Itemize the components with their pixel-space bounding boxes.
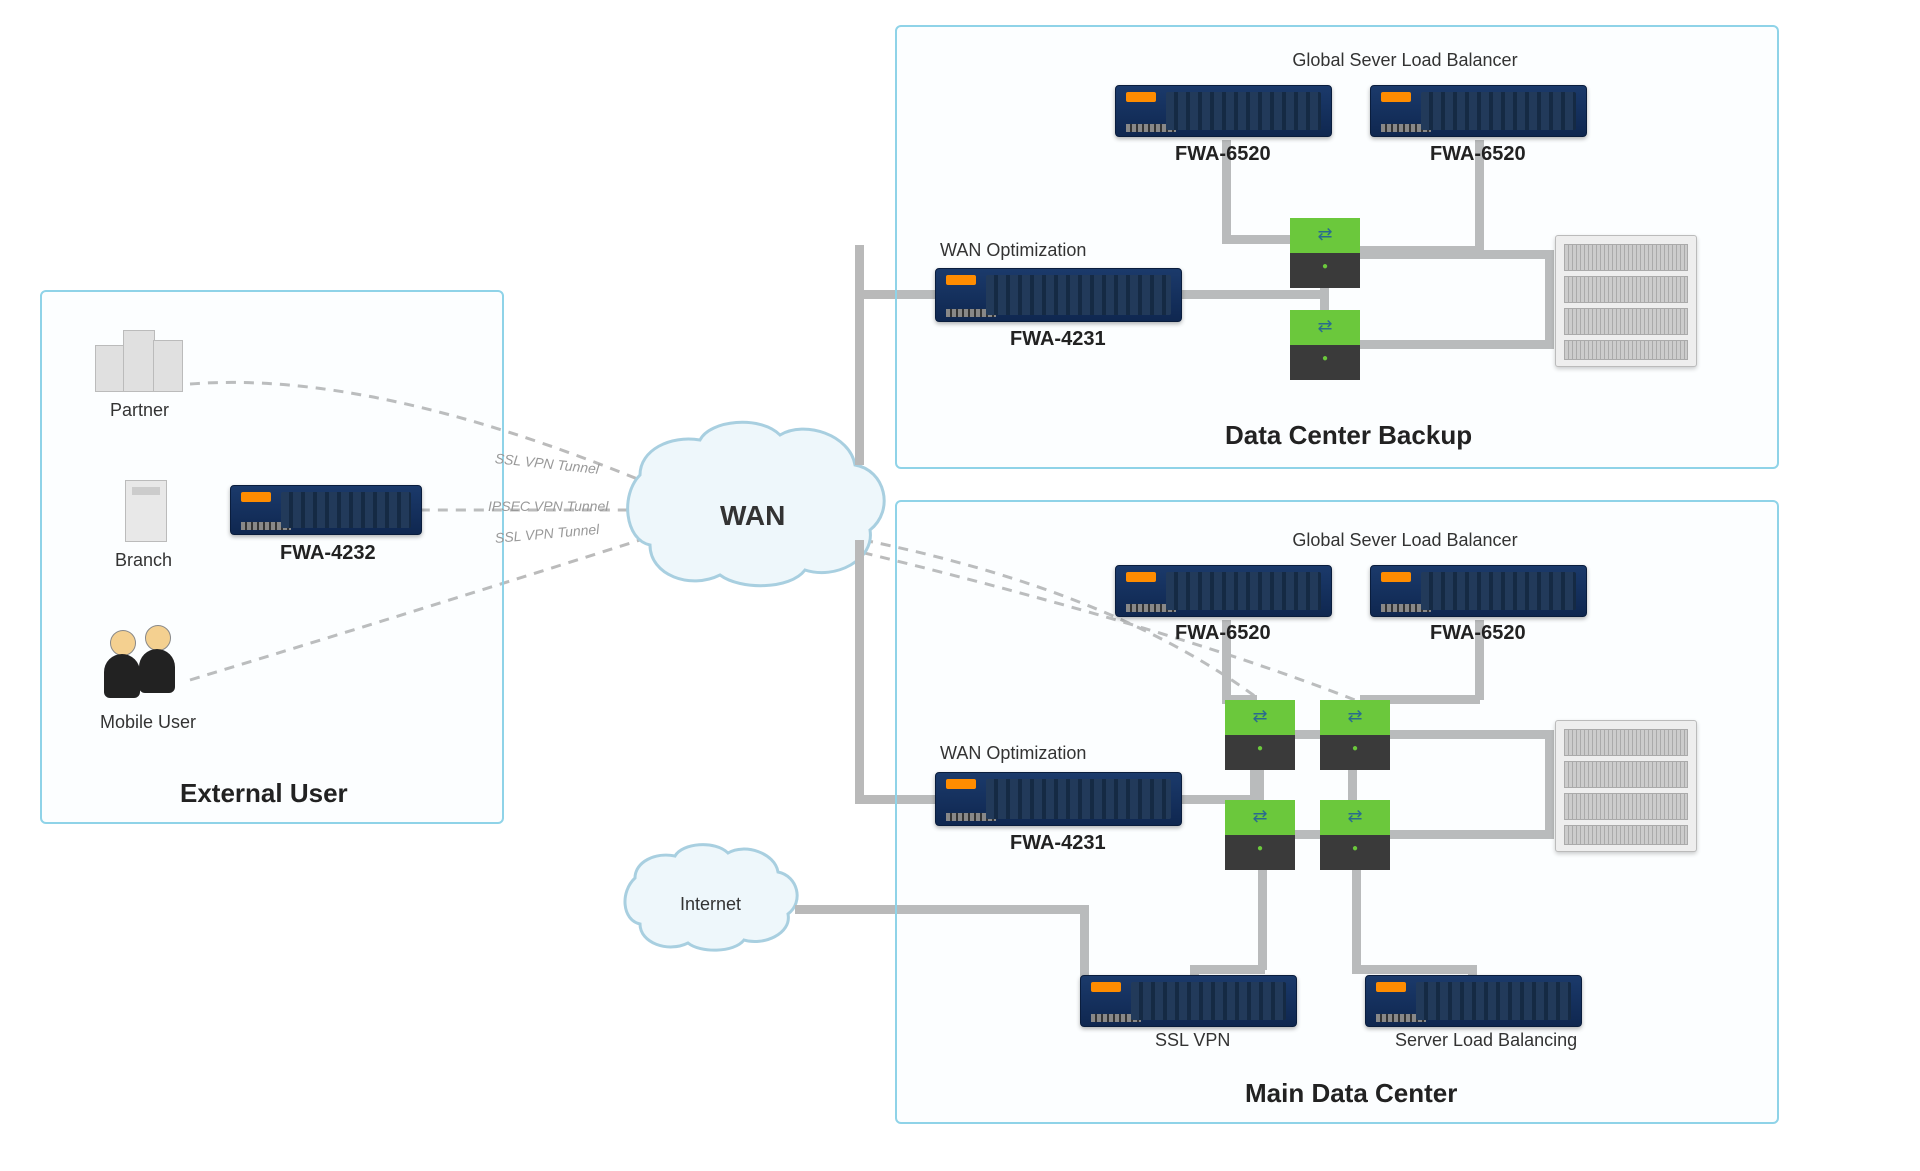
pipe: [855, 245, 864, 465]
appliance-fwa4232: [230, 485, 422, 535]
internet-label: Internet: [680, 894, 741, 915]
backup-wanopt-label: FWA-4231: [1010, 328, 1106, 351]
backup-gslb-title: Global Sever Load Balancer: [1255, 50, 1555, 71]
tunnel-label-1: SSL VPN Tunnel: [494, 450, 600, 477]
wan-label: WAN: [720, 500, 785, 532]
backup-rack: [1555, 235, 1697, 367]
backup-wanopt-title: WAN Optimization: [940, 240, 1086, 261]
zone-title-backup: Data Center Backup: [1225, 420, 1472, 451]
partner-label: Partner: [110, 400, 169, 421]
main-gslb1-label: FWA-6520: [1175, 622, 1271, 645]
main-switch-3: [1225, 800, 1295, 870]
main-gslb-title: Global Sever Load Balancer: [1255, 530, 1555, 551]
appliance-fwa4232-label: FWA-4232: [280, 542, 376, 565]
backup-gslb1: [1115, 85, 1332, 137]
main-wanopt-label: FWA-4231: [1010, 832, 1106, 855]
pipe: [855, 540, 864, 800]
backup-wanopt: [935, 268, 1182, 322]
mobile-user-label: Mobile User: [100, 712, 196, 733]
backup-gslb1-label: FWA-6520: [1175, 143, 1271, 166]
zone-title-main: Main Data Center: [1245, 1078, 1457, 1109]
main-sslvpn-label: SSL VPN: [1155, 1030, 1230, 1051]
branch-label: Branch: [115, 550, 172, 571]
main-slb: [1365, 975, 1582, 1027]
main-switch-2: [1320, 700, 1390, 770]
main-gslb1: [1115, 565, 1332, 617]
main-slb-label: Server Load Balancing: [1395, 1030, 1577, 1051]
main-wanopt: [935, 772, 1182, 826]
main-switch-4: [1320, 800, 1390, 870]
main-switch-1: [1225, 700, 1295, 770]
backup-switch-2: [1290, 310, 1360, 380]
main-sslvpn: [1080, 975, 1297, 1027]
partner-icon: [95, 320, 185, 390]
main-wanopt-title: WAN Optimization: [940, 743, 1086, 764]
main-gslb2: [1370, 565, 1587, 617]
tunnel-label-2: IPSEC VPN Tunnel: [488, 498, 608, 514]
backup-gslb2-label: FWA-6520: [1430, 143, 1526, 166]
main-gslb2-label: FWA-6520: [1430, 622, 1526, 645]
backup-gslb2: [1370, 85, 1587, 137]
backup-switch-1: [1290, 218, 1360, 288]
branch-icon: [125, 480, 167, 542]
zone-title-external: External User: [180, 778, 348, 809]
tunnel-label-3: SSL VPN Tunnel: [494, 521, 600, 546]
mobile-user-icon: [100, 625, 190, 705]
main-rack: [1555, 720, 1697, 852]
